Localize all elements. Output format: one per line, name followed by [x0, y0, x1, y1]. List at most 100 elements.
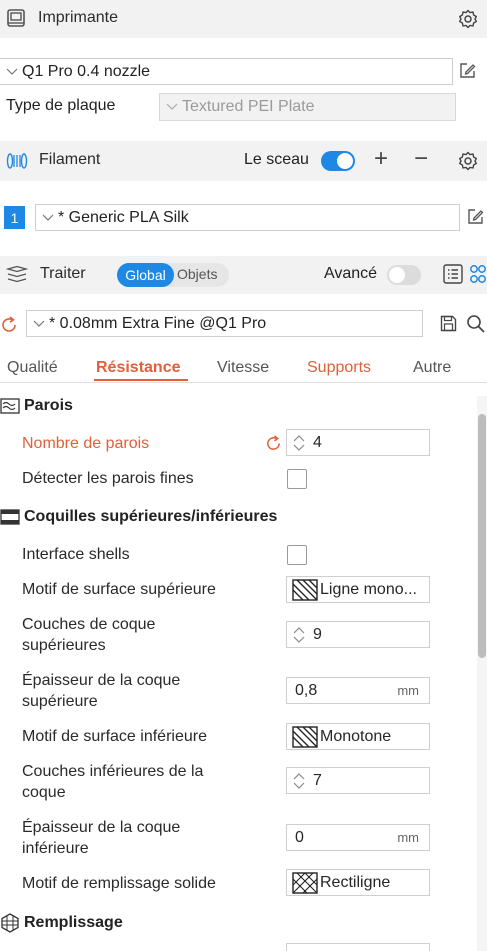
- detect-thin-walls-checkbox[interactable]: [287, 469, 307, 489]
- tab-strength[interactable]: Résistance: [96, 359, 181, 377]
- walls-group-title: Parois: [0, 397, 73, 415]
- mode-objects-button[interactable]: Objets: [177, 266, 217, 282]
- bottom-shell-thickness-input[interactable]: 0 mm: [286, 824, 430, 851]
- shells-group-title: Coquilles supérieures/inférieures: [0, 508, 277, 526]
- top-shell-layers-label: Couches de coque supérieures: [22, 614, 155, 656]
- infill-title: Remplissage: [24, 914, 123, 931]
- top-surface-pattern-select[interactable]: Ligne mono...: [286, 576, 430, 603]
- bottom-shell-thickness-label-line2: inférieure: [22, 840, 89, 857]
- monotonic-line-pattern-icon: [292, 578, 318, 601]
- top-shell-thickness-input[interactable]: 0,8 mm: [286, 677, 430, 704]
- mode-global-button[interactable]: Global: [117, 263, 174, 287]
- process-icon: [6, 266, 28, 283]
- plate-type-value: Textured PEI Plate: [182, 98, 315, 115]
- bottom-shell-thickness-value: 0: [295, 828, 304, 846]
- wall-count-label: Nombre de parois: [22, 435, 150, 452]
- detect-thin-walls-label: Détecter les parois fines: [22, 470, 194, 487]
- advanced-toggle-knob: [389, 267, 405, 283]
- unit-mm: mm: [397, 830, 419, 845]
- shells-title: Coquilles supérieures/inférieures: [24, 508, 278, 525]
- tab-quality[interactable]: Qualité: [7, 359, 58, 377]
- top-shell-thickness-label-line2: supérieure: [22, 693, 98, 710]
- top-surface-pattern-value: Ligne mono...: [320, 580, 417, 598]
- filament-edit-icon[interactable]: [466, 208, 484, 226]
- next-field-partial: [286, 943, 430, 951]
- chevron-down-icon: [42, 214, 54, 221]
- tabs-divider: [0, 382, 487, 383]
- unit-mm: mm: [397, 683, 419, 698]
- active-tab-indicator: [94, 379, 188, 381]
- seal-toggle-knob: [337, 153, 353, 169]
- tab-other[interactable]: Autre: [413, 359, 451, 377]
- top-shell-layers-label-line1: Couches de coque: [22, 616, 156, 633]
- remove-filament-button[interactable]: −: [414, 145, 428, 173]
- top-shell-layers-value: 9: [313, 625, 322, 643]
- seal-toggle[interactable]: [321, 151, 355, 171]
- printer-title: Imprimante: [38, 9, 119, 26]
- bottom-shell-layers-spinner[interactable]: 7: [286, 767, 430, 794]
- scrollbar-thumb[interactable]: [478, 414, 486, 658]
- bottom-surface-pattern-value: Monotone: [320, 727, 392, 745]
- top-shell-layers-spinner[interactable]: 9: [286, 621, 430, 648]
- top-surface-pattern-label: Motif de surface supérieure: [22, 581, 216, 598]
- advanced-label: Avancé: [324, 265, 378, 282]
- tab-speed[interactable]: Vitesse: [217, 359, 269, 377]
- spinner-arrows-icon[interactable]: [291, 433, 307, 453]
- mode-global-label: Global: [125, 267, 166, 283]
- solid-infill-pattern-value: Rectiligne: [320, 873, 391, 891]
- reset-preset-icon[interactable]: [0, 316, 18, 334]
- filament-icon: [6, 153, 28, 169]
- split-objects-icon[interactable]: [469, 264, 487, 284]
- walls-title: Parois: [24, 397, 73, 414]
- process-preset-select[interactable]: * 0.08mm Extra Fine @Q1 Pro: [26, 310, 423, 337]
- chevron-down-icon: [166, 103, 178, 110]
- solid-infill-pattern-select[interactable]: Rectiligne: [286, 869, 430, 896]
- wall-count-value: 4: [313, 433, 322, 451]
- printer-edit-icon[interactable]: [458, 62, 476, 80]
- printer-icon: [7, 9, 25, 27]
- printer-settings-gear-icon[interactable]: [458, 9, 478, 29]
- bottom-surface-pattern-select[interactable]: Monotone: [286, 723, 430, 750]
- filament-title: Filament: [39, 151, 101, 168]
- plate-type-select: Textured PEI Plate: [159, 93, 456, 121]
- solid-infill-pattern-label: Motif de remplissage solide: [22, 875, 216, 892]
- bottom-surface-pattern-label: Motif de surface inférieure: [22, 728, 207, 745]
- infill-group-title: Remplissage: [0, 913, 123, 933]
- chevron-down-icon: [33, 320, 45, 327]
- shells-icon: [0, 509, 20, 525]
- printer-preset-value: Q1 Pro 0.4 nozzle: [22, 62, 151, 80]
- monotone-pattern-icon: [292, 725, 318, 748]
- top-shell-thickness-value: 0,8: [295, 681, 318, 699]
- advanced-toggle[interactable]: [387, 265, 421, 285]
- walls-icon: [0, 398, 20, 414]
- spinner-arrows-icon[interactable]: [291, 625, 307, 645]
- filament-preset-select[interactable]: * Generic PLA Silk: [35, 204, 460, 231]
- seal-label: Le sceau: [244, 151, 309, 168]
- filament-settings-gear-icon[interactable]: [458, 151, 478, 171]
- tab-supports[interactable]: Supports: [307, 359, 371, 377]
- spinner-arrows-icon[interactable]: [291, 771, 307, 791]
- reset-value-icon[interactable]: [265, 435, 282, 452]
- bottom-shell-layers-value: 7: [313, 771, 322, 789]
- filament-slot-badge[interactable]: 1: [4, 206, 25, 229]
- interface-shells-label: Interface shells: [22, 546, 130, 563]
- bottom-shell-thickness-label: Épaisseur de la coque inférieure: [22, 817, 180, 859]
- add-filament-button[interactable]: +: [374, 145, 388, 173]
- process-preset-value: * 0.08mm Extra Fine @Q1 Pro: [49, 314, 267, 332]
- bottom-shell-layers-label-line1: Couches inférieures de la: [22, 763, 204, 780]
- bottom-shell-layers-label-line2: coque: [22, 784, 66, 801]
- process-title: Traiter: [40, 265, 86, 282]
- interface-shells-checkbox[interactable]: [287, 545, 307, 565]
- printer-preset-select[interactable]: Q1 Pro 0.4 nozzle: [0, 58, 453, 85]
- save-icon[interactable]: [440, 315, 457, 332]
- bottom-shell-layers-label: Couches inférieures de la coque: [22, 761, 203, 803]
- filament-preset-value: * Generic PLA Silk: [58, 208, 189, 226]
- infill-icon: [1, 913, 19, 933]
- top-shell-layers-label-line2: supérieures: [22, 637, 106, 654]
- rectilinear-pattern-icon: [292, 871, 318, 894]
- list-view-icon[interactable]: [443, 264, 463, 284]
- filament-slot-number: 1: [10, 209, 19, 226]
- search-icon[interactable]: [466, 314, 486, 334]
- top-shell-thickness-label: Épaisseur de la coque supérieure: [22, 670, 180, 712]
- wall-count-spinner[interactable]: 4: [286, 429, 430, 456]
